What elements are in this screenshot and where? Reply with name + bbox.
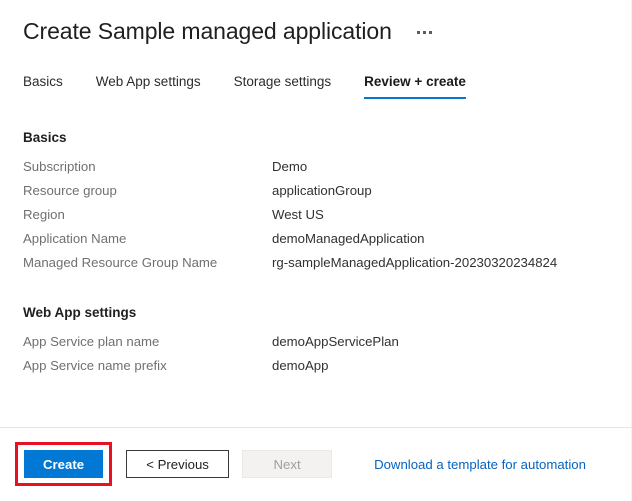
row-label-region: Region	[23, 207, 272, 222]
table-row: Subscription Demo	[23, 159, 611, 183]
section-basics: Basics Subscription Demo Resource group …	[23, 130, 611, 279]
row-value-resource-group: applicationGroup	[272, 183, 372, 198]
section-title-web-app-settings: Web App settings	[23, 305, 611, 320]
previous-button[interactable]: < Previous	[126, 450, 229, 478]
table-row: App Service name prefix demoApp	[23, 358, 611, 382]
footer-action-bar: Create < Previous Next Download a templa…	[0, 442, 631, 486]
create-button[interactable]: Create	[24, 450, 103, 478]
row-value-application-name: demoManagedApplication	[272, 231, 425, 246]
tab-web-app-settings[interactable]: Web App settings	[96, 74, 201, 99]
row-label-managed-resource-group-name: Managed Resource Group Name	[23, 255, 272, 270]
table-row: Region West US	[23, 207, 611, 231]
table-row: Application Name demoManagedApplication	[23, 231, 611, 255]
row-label-application-name: Application Name	[23, 231, 272, 246]
section-title-basics: Basics	[23, 130, 611, 145]
row-label-app-service-name-prefix: App Service name prefix	[23, 358, 272, 373]
table-row: Resource group applicationGroup	[23, 183, 611, 207]
tab-basics[interactable]: Basics	[23, 74, 63, 99]
section-web-app-settings: Web App settings App Service plan name d…	[23, 305, 611, 382]
ellipsis-dot-3	[429, 31, 432, 34]
row-value-region: West US	[272, 207, 324, 222]
table-row: Managed Resource Group Name rg-sampleMan…	[23, 255, 611, 279]
create-managed-application-page: Create Sample managed application Basics…	[0, 0, 632, 501]
page-title: Create Sample managed application	[23, 18, 392, 45]
row-value-subscription: Demo	[272, 159, 307, 174]
review-summary: Basics Subscription Demo Resource group …	[23, 130, 611, 382]
create-button-highlight: Create	[15, 442, 112, 486]
row-value-app-service-name-prefix: demoApp	[272, 358, 328, 373]
ellipsis-dot-2	[423, 31, 426, 34]
tab-review-create[interactable]: Review + create	[364, 74, 466, 99]
wizard-tabs: Basics Web App settings Storage settings…	[23, 74, 466, 99]
tab-storage-settings[interactable]: Storage settings	[234, 74, 332, 99]
table-row: App Service plan name demoAppServicePlan	[23, 334, 611, 358]
ellipsis-dot-1	[417, 31, 420, 34]
row-label-resource-group: Resource group	[23, 183, 272, 198]
page-header: Create Sample managed application	[23, 18, 435, 45]
download-template-link[interactable]: Download a template for automation	[374, 457, 586, 472]
row-value-app-service-plan-name: demoAppServicePlan	[272, 334, 399, 349]
row-value-managed-resource-group-name: rg-sampleManagedApplication-202303202348…	[272, 255, 557, 270]
row-label-subscription: Subscription	[23, 159, 272, 174]
footer-divider	[0, 427, 631, 428]
next-button: Next	[242, 450, 332, 478]
row-label-app-service-plan-name: App Service plan name	[23, 334, 272, 349]
ellipsis-horizontal-icon[interactable]	[414, 25, 435, 38]
